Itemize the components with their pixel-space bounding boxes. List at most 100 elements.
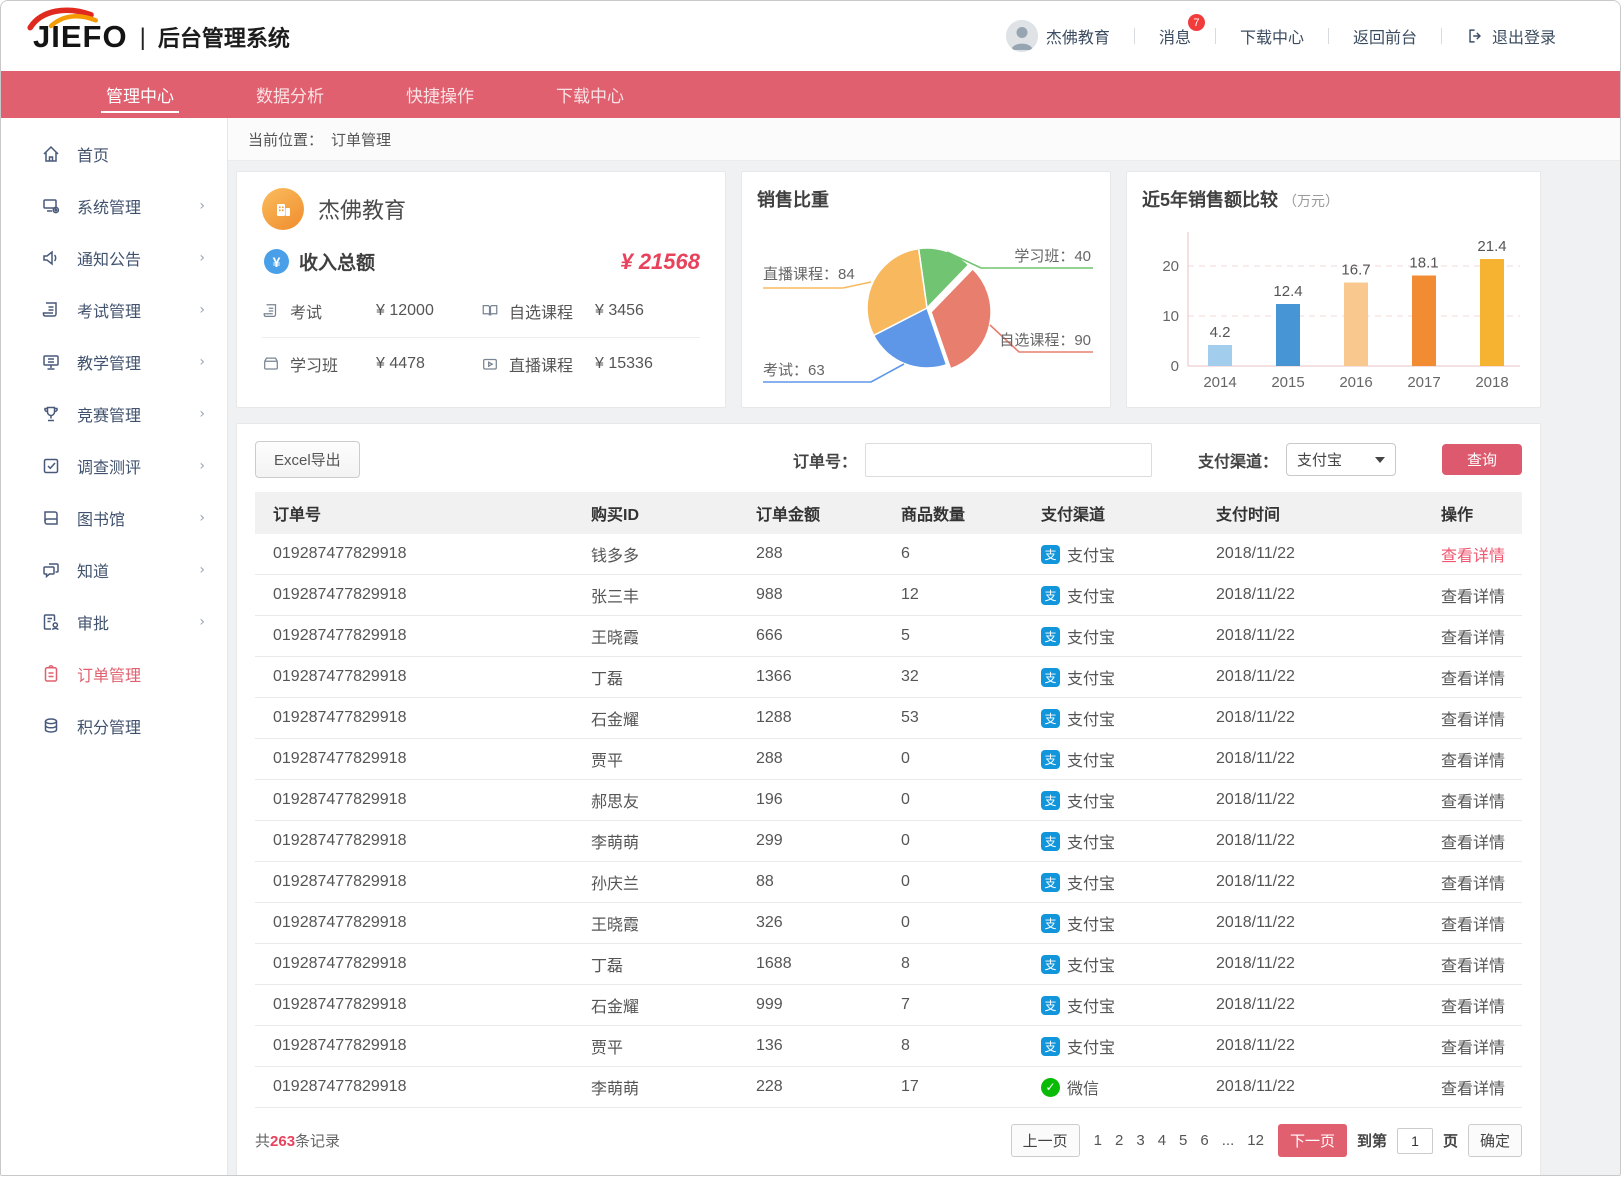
x-tick-label: 2014 xyxy=(1203,374,1236,391)
record-count: 共263条记录 xyxy=(255,1130,340,1151)
y-tick-label: 0 xyxy=(1171,358,1179,375)
amount-cell: 88 xyxy=(740,862,885,903)
bar-value-label: 16.7 xyxy=(1341,262,1370,279)
bar xyxy=(1344,283,1368,367)
view-details-link[interactable]: 查看详情 xyxy=(1441,876,1505,893)
logo-separator: | xyxy=(138,25,148,51)
logout-button[interactable]: 退出登录 xyxy=(1442,24,1580,48)
message-count-badge: 7 xyxy=(1188,14,1205,31)
sidebar-item-library[interactable]: 图书馆› xyxy=(1,492,227,544)
confirm-page-button[interactable]: 确定 xyxy=(1468,1124,1522,1157)
sidebar-item-system[interactable]: 系统管理› xyxy=(1,180,227,232)
sidebar-item-approvals[interactable]: 审批› xyxy=(1,596,227,648)
page-number[interactable]: 4 xyxy=(1158,1132,1166,1149)
prev-page-button[interactable]: 上一页 xyxy=(1011,1124,1080,1157)
channel-cell: 微信 xyxy=(1025,1067,1200,1108)
sidebar-item-knowledge[interactable]: 知道› xyxy=(1,544,227,596)
payment-channel-icon xyxy=(1041,791,1060,810)
dropdown-arrow-icon xyxy=(1375,457,1385,463)
view-details-link[interactable]: 查看详情 xyxy=(1441,712,1505,729)
channel-cell: 支付宝 xyxy=(1025,821,1200,862)
app-title: 后台管理系统 xyxy=(158,27,290,51)
bar-value-label: 12.4 xyxy=(1273,283,1302,300)
tab-data-analysis[interactable]: 数据分析 xyxy=(215,71,365,118)
pie-chart-title: 销售比重 xyxy=(757,186,1095,212)
pay-time-cell: 2018/11/22 xyxy=(1200,944,1425,985)
view-details-link[interactable]: 查看详情 xyxy=(1441,794,1505,811)
order-no-cell: 019287477829918 xyxy=(255,1026,575,1067)
tab-management-center[interactable]: 管理中心 xyxy=(65,71,215,118)
view-details-link[interactable]: 查看详情 xyxy=(1441,548,1505,565)
payment-channel-icon xyxy=(1041,832,1060,851)
sidebar-item-home[interactable]: 首页 xyxy=(1,128,227,180)
sidebar-item-surveys[interactable]: 调查测评› xyxy=(1,440,227,492)
order-no-cell: 019287477829918 xyxy=(255,862,575,903)
tab-download-center[interactable]: 下载中心 xyxy=(515,71,665,118)
page-number[interactable]: 2 xyxy=(1115,1132,1123,1149)
user-menu[interactable]: 杰佛教育 xyxy=(982,20,1134,52)
payment-channel-icon xyxy=(1041,627,1060,646)
messages-button[interactable]: 消息 7 xyxy=(1135,24,1215,48)
order-no-cell: 019287477829918 xyxy=(255,534,575,575)
page-number[interactable]: 12 xyxy=(1247,1132,1264,1149)
view-details-link[interactable]: 查看详情 xyxy=(1441,958,1505,975)
channel-name: 支付宝 xyxy=(1067,788,1115,812)
quantity-cell: 7 xyxy=(885,985,1025,1026)
view-details-link[interactable]: 查看详情 xyxy=(1441,1081,1505,1098)
stat-study-class: 学习班 ¥ 4478 xyxy=(262,338,481,390)
sidebar-item-points[interactable]: 积分管理 xyxy=(1,700,227,752)
main-nav: 管理中心 数据分析 快捷操作 下载中心 xyxy=(1,71,1620,118)
view-details-link[interactable]: 查看详情 xyxy=(1441,671,1505,688)
payment-channel-icon xyxy=(1041,709,1060,728)
download-center-button[interactable]: 下载中心 xyxy=(1216,24,1328,48)
table-row: 019287477829918 王晓霞 326 0 支付宝 2018/11/22… xyxy=(255,903,1522,944)
col-pay-time: 支付时间 xyxy=(1200,492,1425,534)
sidebar-item-announcements[interactable]: 通知公告› xyxy=(1,232,227,284)
back-to-front-button[interactable]: 返回前台 xyxy=(1329,24,1441,48)
page-number[interactable]: 5 xyxy=(1179,1132,1187,1149)
tab-quick-actions[interactable]: 快捷操作 xyxy=(365,71,515,118)
sidebar-item-contests[interactable]: 竞赛管理› xyxy=(1,388,227,440)
sidebar-item-teaching[interactable]: 教学管理› xyxy=(1,336,227,388)
page-number[interactable]: 6 xyxy=(1200,1132,1208,1149)
logout-icon xyxy=(1466,27,1484,45)
channel-cell: 支付宝 xyxy=(1025,985,1200,1026)
income-label: 收入总额 xyxy=(299,248,375,275)
bar-value-label: 4.2 xyxy=(1210,324,1231,341)
stat-live-course: 直播课程 ¥ 15336 xyxy=(481,338,700,390)
next-page-button[interactable]: 下一页 xyxy=(1278,1124,1347,1157)
page-number[interactable]: 3 xyxy=(1136,1132,1144,1149)
payment-channel-select[interactable]: 支付宝 xyxy=(1286,443,1396,476)
sales-share-card: 销售比重 学习班：40自选课程：90考试：63直播课程：84 xyxy=(741,171,1111,408)
quantity-cell: 0 xyxy=(885,862,1025,903)
sidebar-item-orders[interactable]: 订单管理 xyxy=(1,648,227,700)
excel-export-button[interactable]: Excel导出 xyxy=(255,441,360,478)
order-no-input[interactable] xyxy=(865,443,1152,477)
buyer-cell: 贾平 xyxy=(575,739,740,780)
view-details-link[interactable]: 查看详情 xyxy=(1441,1040,1505,1057)
view-details-link[interactable]: 查看详情 xyxy=(1441,589,1505,606)
view-details-link[interactable]: 查看详情 xyxy=(1441,630,1505,647)
quantity-cell: 0 xyxy=(885,780,1025,821)
search-button[interactable]: 查询 xyxy=(1442,444,1522,475)
table-row: 019287477829918 贾平 136 8 支付宝 2018/11/22 … xyxy=(255,1026,1522,1067)
page-number[interactable]: 1 xyxy=(1094,1132,1102,1149)
quantity-cell: 17 xyxy=(885,1067,1025,1108)
amount-cell: 1288 xyxy=(740,698,885,739)
view-details-link[interactable]: 查看详情 xyxy=(1441,917,1505,934)
channel-cell: 支付宝 xyxy=(1025,780,1200,821)
chevron-right-icon: › xyxy=(199,198,205,214)
speaker-icon xyxy=(41,248,61,268)
channel-cell: 支付宝 xyxy=(1025,944,1200,985)
sidebar-item-exams[interactable]: 考试管理› xyxy=(1,284,227,336)
amount-cell: 288 xyxy=(740,534,885,575)
goto-page-input[interactable] xyxy=(1397,1128,1433,1154)
view-details-link[interactable]: 查看详情 xyxy=(1441,753,1505,770)
amount-cell: 988 xyxy=(740,575,885,616)
approval-doc-icon xyxy=(41,612,61,632)
amount-cell: 999 xyxy=(740,985,885,1026)
view-details-link[interactable]: 查看详情 xyxy=(1441,835,1505,852)
channel-name: 支付宝 xyxy=(1067,624,1115,648)
view-details-link[interactable]: 查看详情 xyxy=(1441,999,1505,1016)
col-action: 操作 xyxy=(1425,492,1522,534)
